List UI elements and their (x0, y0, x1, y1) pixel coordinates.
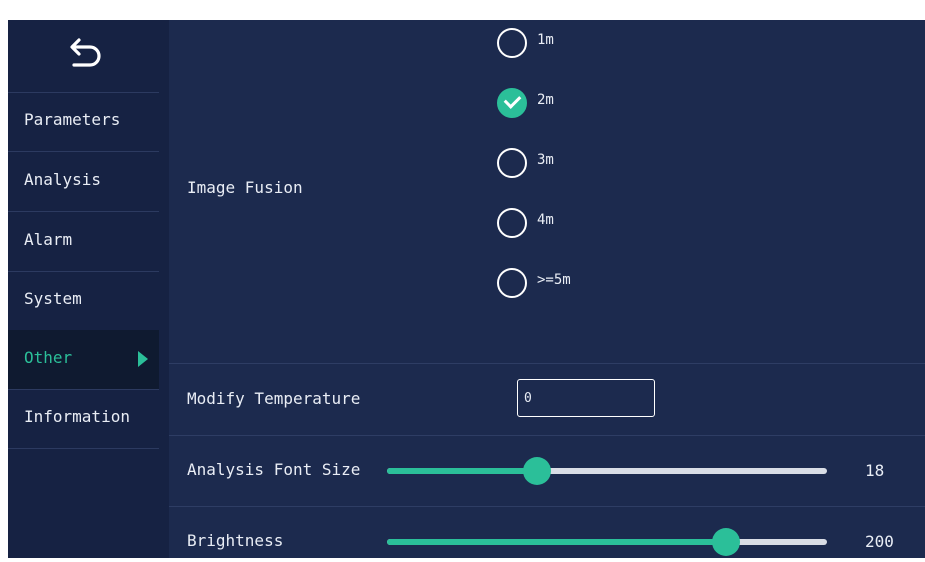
slider-fill (387, 539, 726, 545)
radio-circle (497, 28, 527, 58)
image-fusion-label: Image Fusion (187, 178, 303, 197)
sidebar-item-information[interactable]: Information (8, 389, 159, 449)
radio-3m[interactable] (497, 148, 527, 178)
radio-label-1m: 1m (537, 32, 554, 48)
modify-temperature-label: Modify Temperature (187, 389, 361, 408)
radio-5m-plus[interactable] (497, 268, 527, 298)
sidebar-item-label: Analysis (24, 170, 102, 189)
sidebar-item-alarm[interactable]: Alarm (8, 212, 159, 272)
radio-circle (497, 208, 527, 238)
settings-panel: Image Fusion 1m 2m 3m 4m >=5m Modify Tem… (159, 20, 925, 558)
analysis-font-size-label: Analysis Font Size (187, 460, 361, 479)
analysis-font-size-slider[interactable] (387, 457, 827, 485)
sidebar-item-label: Parameters (24, 110, 121, 129)
radio-1m[interactable] (497, 28, 527, 58)
modify-temperature-input[interactable] (517, 379, 655, 417)
radio-label-2m: 2m (537, 92, 554, 108)
radio-circle (497, 148, 527, 178)
back-button[interactable] (8, 20, 159, 93)
app-screen: Parameters Analysis Alarm System Other I… (8, 20, 925, 558)
sidebar-item-label: Information (24, 407, 130, 426)
radio-2m[interactable] (497, 88, 527, 118)
triangle-right-icon (138, 351, 148, 367)
back-arrow-icon (70, 38, 101, 67)
slider-fill (387, 468, 537, 474)
slider-thumb[interactable] (522, 457, 551, 485)
brightness-label: Brightness (187, 531, 284, 550)
sidebar-item-other[interactable]: Other (8, 330, 159, 390)
divider (169, 435, 925, 436)
radio-4m[interactable] (497, 208, 527, 238)
sidebar-item-system[interactable]: System (8, 271, 159, 331)
sidebar: Parameters Analysis Alarm System Other I… (8, 20, 159, 558)
brightness-value: 200 (865, 532, 894, 551)
divider (169, 506, 925, 507)
radio-label-5m-plus: >=5m (537, 272, 571, 288)
analysis-font-size-value: 18 (865, 461, 885, 480)
slider-thumb[interactable] (711, 528, 740, 556)
divider (169, 363, 925, 364)
radio-label-3m: 3m (537, 152, 554, 168)
radio-circle (497, 268, 527, 298)
sidebar-item-parameters[interactable]: Parameters (8, 92, 159, 152)
brightness-slider[interactable] (387, 528, 827, 556)
sidebar-item-analysis[interactable]: Analysis (8, 152, 159, 212)
sidebar-item-label: Other (24, 348, 73, 367)
sidebar-item-label: Alarm (24, 230, 73, 249)
sidebar-item-label: System (24, 289, 82, 308)
radio-label-4m: 4m (537, 212, 554, 228)
